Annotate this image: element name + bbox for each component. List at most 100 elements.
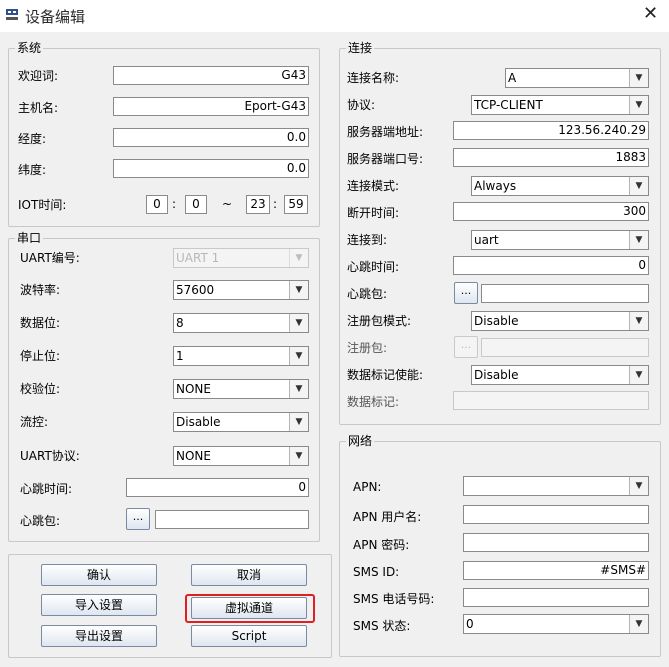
conn-mode-label: 连接模式:: [347, 179, 400, 193]
apn-user-field[interactable]: [463, 505, 649, 524]
stop-bits-label: 停止位:: [20, 349, 61, 363]
sms-phone-label: SMS 电话号码:: [353, 592, 435, 606]
conn-heartbeat-time-field[interactable]: 0: [453, 256, 649, 275]
reg-pkt-field: [481, 338, 649, 357]
uart-protocol-select[interactable]: NONE ▼: [173, 446, 309, 466]
app-icon: [6, 9, 18, 20]
disconnect-time-field[interactable]: 300: [453, 202, 649, 221]
server-addr-field[interactable]: 123.56.240.29: [453, 121, 649, 140]
tilde-separator: ~: [222, 197, 233, 211]
welcome-field[interactable]: G43: [113, 66, 309, 85]
server-addr-label: 服务器端地址:: [347, 125, 424, 139]
conn-protocol-select[interactable]: TCP-CLIENT ▼: [471, 95, 649, 115]
chevron-down-icon[interactable]: ▼: [289, 413, 308, 431]
serial-heartbeat-browse-button[interactable]: ...: [126, 508, 150, 530]
conn-protocol-value: TCP-CLIENT: [474, 98, 543, 112]
iot-end-min-field[interactable]: 59: [284, 195, 308, 214]
data-flag-enable-label: 数据标记使能:: [347, 368, 424, 382]
uart-no-value: UART 1: [176, 251, 220, 265]
stop-bits-select[interactable]: 1 ▼: [173, 346, 309, 366]
data-flag-label: 数据标记:: [347, 395, 400, 409]
conn-mode-select[interactable]: Always ▼: [471, 176, 649, 196]
chevron-down-icon[interactable]: ▼: [629, 366, 648, 384]
flow-select[interactable]: Disable ▼: [173, 412, 309, 432]
chevron-down-icon[interactable]: ▼: [289, 380, 308, 398]
serial-heartbeat-time-field[interactable]: 0: [126, 478, 309, 497]
uart-protocol-value: NONE: [176, 449, 211, 463]
latitude-field[interactable]: 0.0: [113, 159, 309, 178]
close-icon[interactable]: ✕: [643, 4, 658, 24]
apn-pass-field[interactable]: [463, 533, 649, 552]
network-group-title: 网络: [346, 434, 375, 448]
sms-id-label: SMS ID:: [353, 565, 400, 579]
chevron-down-icon[interactable]: ▼: [289, 281, 308, 299]
chevron-down-icon[interactable]: ▼: [629, 177, 648, 195]
export-settings-button[interactable]: 导出设置: [41, 625, 157, 647]
script-button[interactable]: Script: [191, 625, 307, 647]
conn-heartbeat-pkt-field[interactable]: [481, 284, 649, 303]
baud-label: 波特率:: [20, 283, 61, 297]
conn-heartbeat-time-label: 心跳时间:: [347, 260, 400, 274]
apn-user-label: APN 用户名:: [353, 510, 422, 524]
uart-protocol-label: UART协议:: [20, 449, 80, 463]
sms-id-field[interactable]: #SMS#: [463, 561, 649, 580]
uart-no-label: UART编号:: [20, 251, 80, 265]
flow-label: 流控:: [20, 415, 49, 429]
serial-heartbeat-pkt-field[interactable]: [155, 510, 309, 529]
chevron-down-icon[interactable]: ▼: [629, 477, 648, 495]
cancel-button[interactable]: 取消: [191, 564, 307, 586]
reg-mode-select[interactable]: Disable ▼: [471, 311, 649, 331]
conn-name-label: 连接名称:: [347, 71, 400, 85]
sms-state-select[interactable]: 0 ▼: [463, 614, 649, 634]
sms-phone-field[interactable]: [463, 588, 649, 607]
longitude-field[interactable]: 0.0: [113, 128, 309, 147]
hostname-field[interactable]: Eport-G43: [113, 97, 309, 116]
connect-to-label: 连接到:: [347, 233, 388, 247]
iot-start-min-field[interactable]: 0: [185, 195, 207, 214]
chevron-down-icon[interactable]: ▼: [289, 447, 308, 465]
uart-no-select: UART 1 ▼: [173, 248, 309, 268]
chevron-down-icon[interactable]: ▼: [629, 69, 648, 87]
baud-select[interactable]: 57600 ▼: [173, 280, 309, 300]
iot-start-hour-field[interactable]: 0: [146, 195, 168, 214]
confirm-button[interactable]: 确认: [41, 564, 157, 586]
reg-mode-value: Disable: [474, 314, 519, 328]
iot-end-hour-field[interactable]: 23: [246, 195, 270, 214]
iot-time-label: IOT时间:: [18, 198, 67, 212]
colon-separator: :: [172, 197, 177, 211]
server-port-field[interactable]: 1883: [453, 148, 649, 167]
apn-select[interactable]: ▼: [463, 476, 649, 496]
baud-value: 57600: [176, 283, 215, 297]
chevron-down-icon[interactable]: ▼: [629, 231, 648, 249]
data-bits-select[interactable]: 8 ▼: [173, 313, 309, 333]
stop-bits-value: 1: [176, 349, 184, 363]
chevron-down-icon[interactable]: ▼: [289, 314, 308, 332]
data-flag-enable-select[interactable]: Disable ▼: [471, 365, 649, 385]
conn-name-select[interactable]: A ▼: [505, 68, 649, 88]
parity-select[interactable]: NONE ▼: [173, 379, 309, 399]
connection-group-title: 连接: [346, 41, 375, 55]
conn-heartbeat-browse-button[interactable]: ...: [454, 282, 478, 304]
longitude-label: 经度:: [18, 132, 47, 146]
hostname-label: 主机名:: [18, 101, 59, 115]
data-flag-enable-value: Disable: [474, 368, 519, 382]
chevron-down-icon[interactable]: ▼: [289, 347, 308, 365]
server-port-label: 服务器端口号:: [347, 152, 424, 166]
conn-name-value: A: [508, 71, 517, 85]
chevron-down-icon[interactable]: ▼: [629, 615, 648, 633]
reg-mode-label: 注册包模式:: [347, 314, 412, 328]
system-group-title: 系统: [15, 41, 44, 55]
welcome-label: 欢迎词:: [18, 69, 59, 83]
conn-mode-value: Always: [474, 179, 517, 193]
window-title: 设备编辑: [25, 8, 86, 26]
import-settings-button[interactable]: 导入设置: [41, 594, 157, 616]
connect-to-select[interactable]: uart ▼: [471, 230, 649, 250]
serial-heartbeat-pkt-label: 心跳包:: [20, 514, 61, 528]
serial-heartbeat-time-label: 心跳时间:: [20, 482, 73, 496]
colon-separator: :: [273, 197, 278, 211]
data-bits-value: 8: [176, 316, 184, 330]
sms-state-value: 0: [466, 617, 474, 631]
chevron-down-icon[interactable]: ▼: [629, 96, 648, 114]
reg-pkt-label: 注册包:: [347, 341, 388, 355]
chevron-down-icon[interactable]: ▼: [629, 312, 648, 330]
